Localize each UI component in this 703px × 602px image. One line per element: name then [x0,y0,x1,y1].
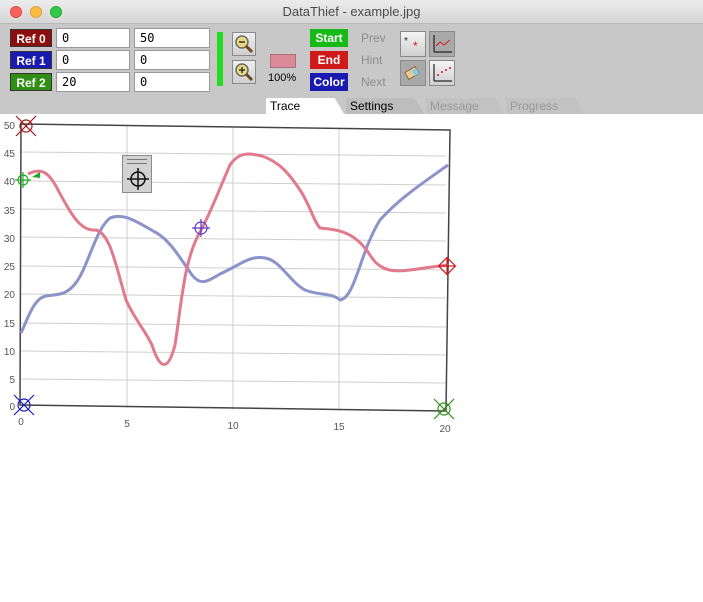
axis-dots-icon [433,64,452,82]
x-axis-labels: 0 5 10 15 20 [18,417,451,435]
zoom-in-button[interactable] [232,60,256,84]
toolbar: Ref 0 0 50 Ref 1 0 0 Ref 2 20 0 100% Sta… [0,24,703,114]
window-title: DataThief - example.jpg [282,4,421,19]
tab-message[interactable]: Message [426,98,504,114]
pink-data-curve [27,152,449,366]
palette-drag-handle[interactable] [127,159,147,164]
y-tick: 15 [4,319,16,330]
ref1-y-field[interactable]: 0 [134,50,210,70]
y-tick: 25 [4,262,16,273]
image-canvas[interactable]: 50 45 40 35 30 25 20 15 10 5 0 0 5 10 15… [0,114,703,602]
line-mode-button[interactable] [429,31,455,57]
x-tick: 10 [227,421,239,432]
tab-progress[interactable]: Progress [506,98,584,114]
x-tick: 20 [439,424,451,435]
prev-button[interactable]: Prev [361,31,386,45]
eraser-icon [404,65,420,81]
ref2-button[interactable]: Ref 2 [10,73,52,91]
crosshair-icon [127,168,149,190]
color-point-marker[interactable] [192,219,210,237]
tab-settings[interactable]: Settings [346,98,424,114]
ref0-y-field[interactable]: 50 [134,28,210,48]
ref0-button[interactable]: Ref 0 [10,29,52,47]
ref0-marker[interactable] [15,115,37,137]
blue-data-curve [19,163,449,334]
status-indicator-bar [217,32,223,86]
axis-line-icon [433,35,452,53]
ref2-y-field[interactable]: 0 [134,72,210,92]
scatter-points-icon: * * [404,36,418,53]
hint-button[interactable]: Hint [361,53,382,67]
eraser-button[interactable] [400,60,426,86]
end-button[interactable]: End [310,51,348,69]
y-tick: 0 [9,402,15,413]
tab-trace[interactable]: Trace [266,98,344,114]
graph-image: 50 45 40 35 30 25 20 15 10 5 0 0 5 10 15… [4,115,457,435]
y-tick: 5 [9,375,15,386]
trace-color-swatch[interactable] [270,54,296,68]
svg-text:*: * [413,39,418,53]
x-tick: 15 [333,422,345,433]
zoom-in-icon [235,63,254,82]
y-axis-labels: 50 45 40 35 30 25 20 15 10 5 0 [4,121,16,413]
x-tick: 0 [18,417,24,428]
y-tick: 40 [4,177,16,188]
zoom-level: 100% [268,72,297,84]
ref2-x-field[interactable]: 20 [56,72,130,92]
y-tick: 10 [4,347,16,358]
ref1-button[interactable]: Ref 1 [10,51,52,69]
point-mode-button[interactable]: * * [400,31,426,57]
ref2-marker[interactable] [433,398,455,420]
x-tick: 5 [124,419,130,430]
color-button[interactable]: Color [310,73,348,91]
next-button[interactable]: Next [361,75,386,89]
ref1-x-field[interactable]: 0 [56,50,130,70]
y-tick: 20 [4,290,16,301]
zoom-out-icon [235,35,254,54]
start-point-marker[interactable] [15,172,40,188]
y-tick: 30 [4,234,16,245]
svg-text:*: * [404,36,408,47]
zoom-out-button[interactable] [232,32,256,56]
y-tick: 45 [4,149,16,160]
window-title-bar: DataThief - example.jpg [0,0,703,24]
dots-mode-button[interactable] [429,60,455,86]
y-tick: 35 [4,206,16,217]
end-point-marker[interactable] [437,256,457,276]
start-button[interactable]: Start [310,29,348,47]
floating-crosshair-palette[interactable] [122,155,152,193]
y-tick: 50 [4,121,16,132]
ref0-x-field[interactable]: 0 [56,28,130,48]
